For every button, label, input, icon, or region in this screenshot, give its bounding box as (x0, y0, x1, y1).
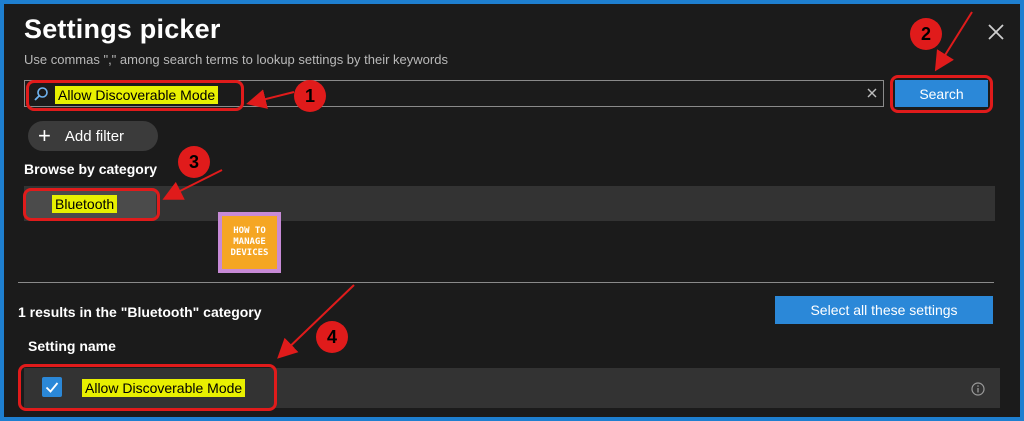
arrow-2 (934, 11, 973, 72)
page-subtitle: Use commas "," among search terms to loo… (24, 52, 448, 67)
browse-category-heading: Browse by category (24, 161, 158, 177)
highlight-category (23, 188, 160, 221)
logo-line-3: DEVICES (230, 248, 269, 258)
page-title: Settings picker (24, 14, 221, 44)
close-icon[interactable] (984, 20, 1008, 44)
logo-line-2: MANAGE (233, 237, 266, 247)
results-summary: 1 results in the "Bluetooth" category (18, 304, 262, 320)
select-all-settings-button[interactable]: Select all these settings (775, 296, 993, 324)
divider (18, 282, 994, 283)
highlight-setting-row (18, 364, 277, 411)
plus-icon: + (38, 123, 51, 148)
info-icon[interactable] (971, 382, 985, 396)
clear-icon[interactable] (865, 86, 879, 100)
highlight-search-value (26, 80, 244, 111)
logo-line-1: HOW TO (233, 226, 266, 236)
step-badge-3: 3 (178, 146, 210, 178)
add-filter-button[interactable]: + Add filter (28, 121, 158, 151)
category-row (24, 186, 995, 221)
step-badge-4: 4 (316, 321, 348, 353)
setting-name-column-header: Setting name (28, 338, 116, 354)
step-badge-1: 1 (294, 80, 326, 112)
step-badge-2: 2 (910, 18, 942, 50)
add-filter-label: Add filter (64, 127, 125, 145)
how-to-manage-devices-logo: HOW TO MANAGE DEVICES (218, 212, 281, 273)
highlight-search-button (890, 75, 993, 113)
